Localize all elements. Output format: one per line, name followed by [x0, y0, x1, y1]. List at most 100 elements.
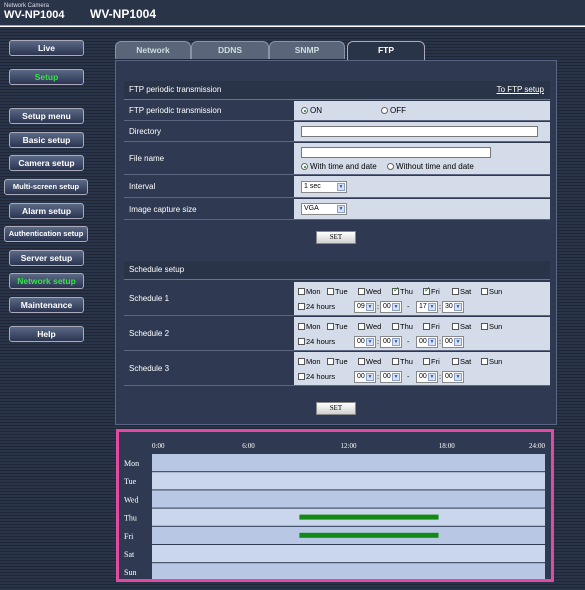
alarm-setup-button[interactable]: Alarm setup	[9, 203, 84, 219]
day-checkbox-tue[interactable]: Tue	[327, 357, 348, 366]
schedule-section-title: Schedule setup	[129, 265, 185, 274]
day-checkbox-sat[interactable]: Sat	[452, 357, 471, 366]
timeline-chart: Mon Tue Wed Thu Fri Sat Sun 0:00 6:00 12:00 18:00 2…	[124, 442, 545, 579]
interval-select[interactable]: 1 sec ▼	[301, 181, 347, 193]
tab-ftp[interactable]: FTP	[347, 41, 425, 60]
multiscreen-setup-button[interactable]: Multi-screen setup	[4, 179, 88, 195]
day-checkbox-fri[interactable]: Fri	[423, 322, 440, 331]
time-value: 00	[357, 338, 365, 345]
24-hours-checkbox[interactable]: 24 hours	[298, 302, 335, 311]
day-checkbox-mon[interactable]: Mon	[298, 322, 321, 331]
day-label: Wed	[366, 357, 382, 366]
time-value: 00	[419, 338, 427, 345]
timeline-day-label: Thu	[124, 514, 137, 523]
time-value: 00	[383, 338, 391, 345]
time-select-to-m[interactable]: 00 ▼	[442, 371, 464, 383]
maintenance-button[interactable]: Maintenance	[9, 297, 84, 313]
day-checkbox-wed[interactable]: Wed	[358, 357, 381, 366]
day-checkbox-thu[interactable]: Thu	[392, 285, 413, 296]
day-checkbox-sun[interactable]: Sun	[481, 357, 502, 366]
tab-ddns[interactable]: DDNS	[191, 41, 269, 59]
tab-snmp[interactable]: SNMP	[269, 41, 345, 59]
time-value: 00	[445, 373, 453, 380]
on-label: ON	[310, 106, 322, 115]
timeline-row-bg	[152, 454, 545, 472]
setup-button[interactable]: Setup	[9, 69, 84, 85]
time-select-from-h[interactable]: 00 ▼	[354, 336, 376, 348]
24-hours-checkbox[interactable]: 24 hours	[298, 337, 335, 346]
network-setup-button[interactable]: Network setup	[9, 273, 84, 289]
time-select-to-m[interactable]: 00 ▼	[442, 336, 464, 348]
capture-select[interactable]: VGA ▼	[301, 203, 347, 215]
day-label: Tue	[335, 287, 348, 296]
timeline-row-bg	[152, 490, 545, 508]
tab-network[interactable]: Network	[115, 41, 191, 59]
day-checkbox-wed[interactable]: Wed	[358, 287, 381, 296]
time-select-to-h[interactable]: 17 ▼	[416, 301, 438, 313]
directory-input[interactable]	[301, 126, 538, 137]
timeline-hour-label: 18:00	[439, 442, 455, 450]
24-hours-label: 24 hours	[306, 372, 336, 381]
day-checkbox-fri[interactable]: Fri	[423, 357, 440, 366]
schedule-timeline: Mon Tue Wed Thu Fri Sat Sun 0:00 6:00 12:00 18:00 2…	[116, 429, 554, 582]
top-bar: Network Camera WV-NP1004 WV-NP1004	[0, 0, 585, 26]
without-time-radio[interactable]: Without time and date	[387, 162, 474, 171]
day-checkbox-wed[interactable]: Wed	[358, 322, 381, 331]
help-button[interactable]: Help	[9, 326, 84, 342]
basic-setup-button[interactable]: Basic setup	[9, 132, 84, 148]
24-hours-checkbox[interactable]: 24 hours	[298, 372, 335, 381]
chevron-down-icon: ▼	[337, 205, 345, 213]
time-select-to-h[interactable]: 00 ▼	[416, 371, 438, 383]
on-radio[interactable]: ON	[301, 106, 322, 115]
filename-row: File name With time and date Without tim…	[124, 143, 550, 175]
sidebar: Live Setup Setup menu Basic setup Camera…	[0, 27, 90, 590]
day-checkbox-tue[interactable]: Tue	[327, 287, 348, 296]
day-checkbox-sat[interactable]: Sat	[452, 322, 471, 331]
setup-menu-heading: Setup menu	[9, 108, 84, 124]
server-setup-button[interactable]: Server setup	[9, 250, 84, 266]
chevron-down-icon: ▼	[428, 303, 436, 311]
schedule-section-header: Schedule setup	[124, 261, 550, 280]
to-ftp-setup-link[interactable]: To FTP setup	[497, 81, 544, 99]
day-checkbox-mon[interactable]: Mon	[298, 357, 321, 366]
camera-setup-button[interactable]: Camera setup	[9, 155, 84, 171]
live-button[interactable]: Live	[9, 40, 84, 56]
24-hours-label: 24 hours	[306, 337, 336, 346]
colon-separator: :	[439, 372, 442, 381]
time-select-from-m[interactable]: 00 ▼	[380, 336, 402, 348]
day-checkbox-sat[interactable]: Sat	[452, 287, 471, 296]
timeline-hour-label: 6:00	[242, 442, 255, 450]
brand-name: WV-NP1004	[4, 9, 65, 21]
day-checkbox-tue[interactable]: Tue	[327, 322, 348, 331]
colon-separator: :	[439, 337, 442, 346]
day-checkbox-mon[interactable]: Mon	[298, 287, 321, 296]
day-label: Wed	[366, 322, 382, 331]
day-label: Sun	[489, 287, 503, 296]
day-checkbox-thu[interactable]: Thu	[392, 357, 413, 366]
day-label: Thu	[400, 287, 413, 296]
time-select-from-h[interactable]: 09 ▼	[354, 301, 376, 313]
day-checkbox-sun[interactable]: Sun	[481, 287, 502, 296]
capture-label: Image capture size	[124, 199, 294, 219]
periodic-label: FTP periodic transmission	[124, 101, 294, 120]
timeline-hour-label: 12:00	[341, 442, 357, 450]
timeline-day-label: Sun	[124, 568, 136, 577]
day-checkbox-thu[interactable]: Thu	[392, 322, 413, 331]
time-select-from-m[interactable]: 00 ▼	[380, 301, 402, 313]
time-select-to-m[interactable]: 30 ▼	[442, 301, 464, 313]
authentication-setup-button[interactable]: Authentication setup	[4, 226, 88, 242]
ftp-set-button[interactable]: SET	[316, 231, 356, 244]
schedule-set-button[interactable]: SET	[316, 402, 356, 415]
day-checkbox-sun[interactable]: Sun	[481, 322, 502, 331]
day-checkbox-fri[interactable]: Fri	[423, 285, 440, 296]
range-separator: -	[407, 337, 410, 346]
page-title: WV-NP1004	[90, 7, 157, 21]
time-select-to-h[interactable]: 00 ▼	[416, 336, 438, 348]
filename-input[interactable]	[301, 147, 491, 158]
time-select-from-h[interactable]: 00 ▼	[354, 371, 376, 383]
time-select-from-m[interactable]: 00 ▼	[380, 371, 402, 383]
schedule-row: Schedule 1 Mon Tue Wed Thu Fri Sat Sun 24 hours 0…	[124, 282, 550, 316]
off-radio[interactable]: OFF	[381, 106, 406, 115]
with-time-radio[interactable]: With time and date	[301, 162, 377, 171]
day-label: Fri	[431, 322, 440, 331]
